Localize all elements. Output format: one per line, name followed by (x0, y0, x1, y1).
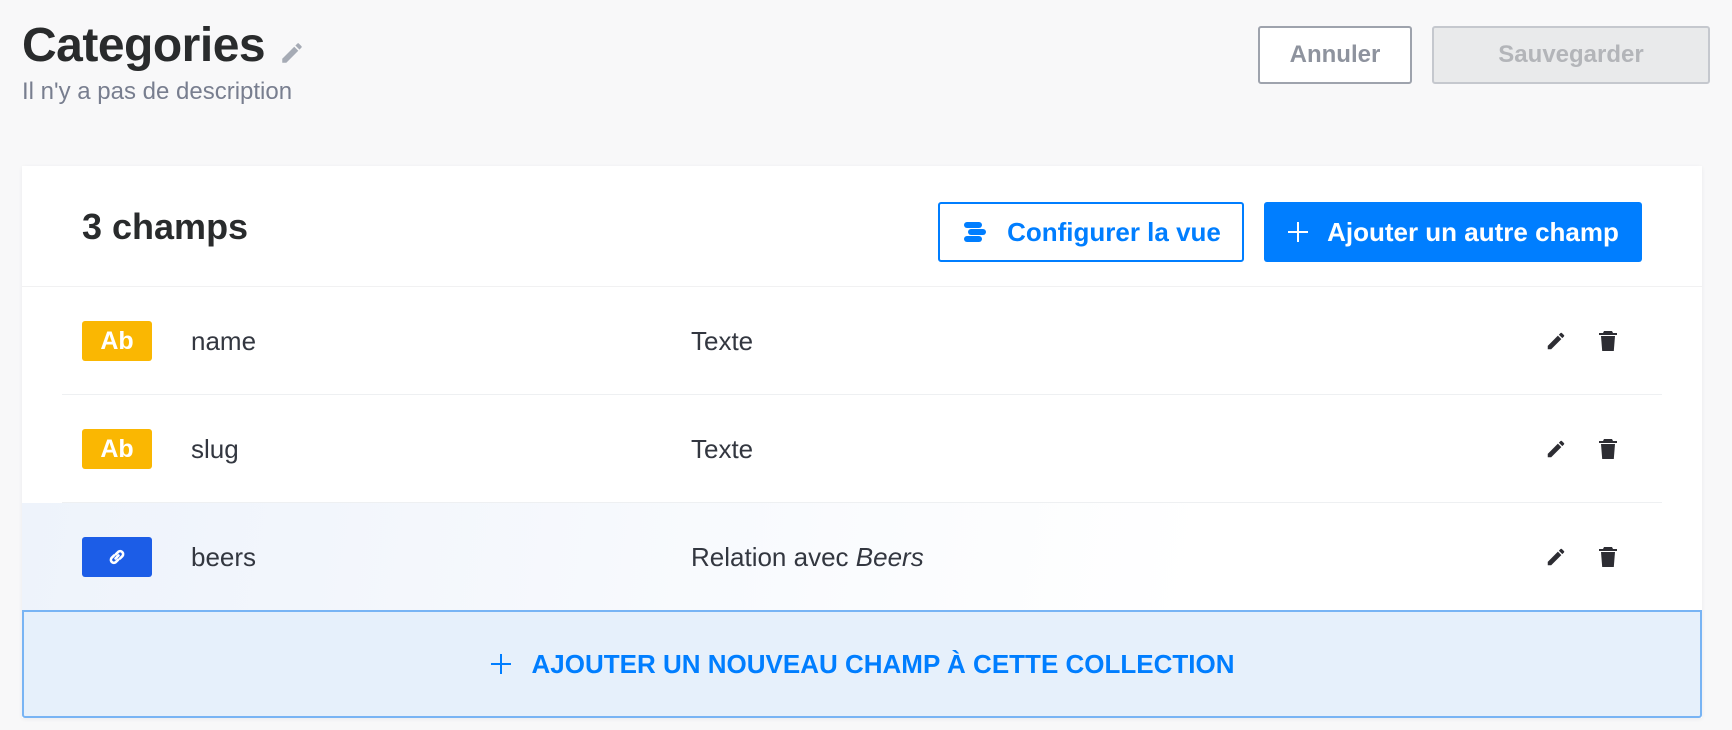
trash-icon[interactable] (1596, 437, 1620, 461)
field-row[interactable]: beers Relation avec Beers (22, 503, 1702, 611)
field-row[interactable]: Ab name Texte (22, 287, 1702, 395)
link-icon (82, 537, 152, 577)
page-title: Categories (22, 19, 266, 72)
save-button: Sauvegarder (1432, 26, 1710, 84)
relation-prefix: Relation avec (691, 541, 849, 572)
text-type-icon: Ab (82, 321, 152, 361)
row-actions (1544, 437, 1620, 461)
add-field-label: Ajouter un autre champ (1327, 216, 1619, 247)
field-row[interactable]: Ab slug Texte (22, 395, 1702, 503)
configure-view-button[interactable]: Configurer la vue (938, 202, 1244, 262)
field-name: beers (191, 541, 257, 572)
row-actions (1544, 329, 1620, 353)
field-type: Texte (691, 433, 754, 464)
fields-card: 3 champs Configurer la vue Ajouter un au… (22, 166, 1702, 718)
field-name: slug (191, 433, 239, 464)
card-header: 3 champs Configurer la vue Ajouter un au… (22, 166, 1702, 287)
edit-icon[interactable] (1544, 437, 1568, 461)
trash-icon[interactable] (1596, 329, 1620, 353)
page-header: Categories Il n'y a pas de description A… (22, 16, 1710, 116)
card-actions: Configurer la vue Ajouter un autre champ (938, 202, 1642, 262)
add-field-button[interactable]: Ajouter un autre champ (1264, 202, 1642, 262)
add-new-field-button[interactable]: AJOUTER UN NOUVEAU CHAMP À CETTE COLLECT… (22, 610, 1702, 718)
pencil-icon[interactable] (279, 40, 305, 66)
field-count: 3 champs (82, 206, 249, 247)
header-actions: Annuler Sauvegarder (1258, 26, 1710, 84)
plus-icon (490, 653, 512, 675)
add-new-field-label: AJOUTER UN NOUVEAU CHAMP À CETTE COLLECT… (531, 648, 1235, 679)
field-type: Texte (691, 325, 754, 356)
text-type-icon: Ab (82, 429, 152, 469)
relation-target: Beers (855, 541, 924, 572)
edit-icon[interactable] (1544, 545, 1568, 569)
field-list: Ab name Texte Ab slug Texte beers Relati… (22, 287, 1702, 611)
edit-icon[interactable] (1544, 329, 1568, 353)
plus-icon (1287, 221, 1309, 243)
field-type: Relation avec Beers (691, 542, 924, 573)
cancel-button[interactable]: Annuler (1258, 26, 1412, 84)
row-actions (1544, 545, 1620, 569)
trash-icon[interactable] (1596, 545, 1620, 569)
configure-view-label: Configurer la vue (1007, 216, 1221, 247)
field-name: name (191, 325, 257, 356)
layout-icon (961, 220, 989, 244)
